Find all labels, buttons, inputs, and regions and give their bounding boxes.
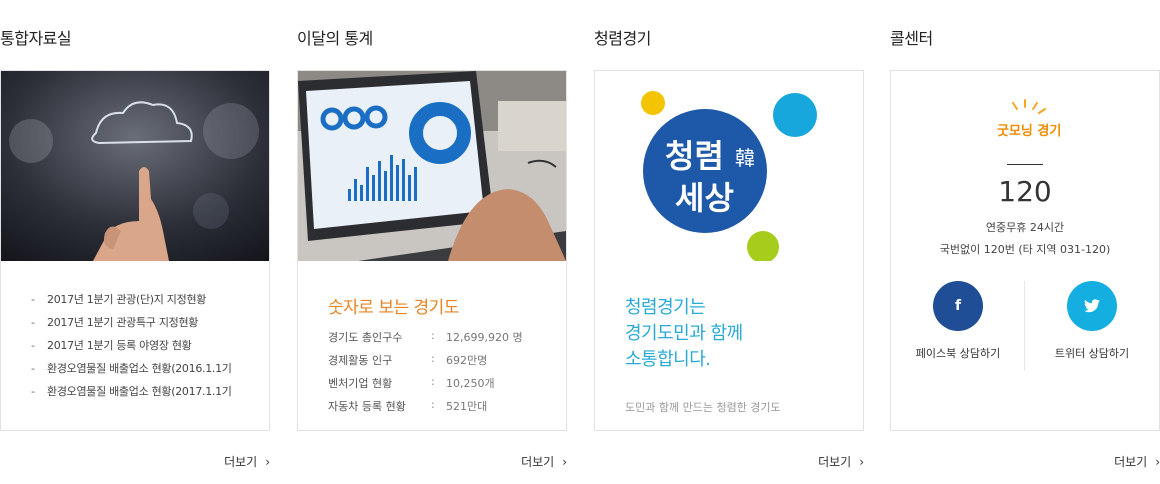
archive-more-link[interactable]: 더보기 › xyxy=(224,453,270,470)
info-sections: 통합자료실 - 2017년 1분기 관광(단)지 지정현황 - 2017년 1분… xyxy=(0,0,1160,484)
integrity-title: 청렴경기 xyxy=(594,29,651,48)
stats-heading: 숫자로 보는 경기도 xyxy=(328,298,459,318)
laptop-chart-image xyxy=(298,71,566,261)
facebook-icon[interactable]: f xyxy=(933,281,983,331)
archive-section: 통합자료실 - 2017년 1분기 관광(단)지 지정현황 - 2017년 1분… xyxy=(0,0,270,484)
chevron-right-icon: › xyxy=(265,454,270,469)
archive-card: -2017년 1분기 관광(단)지 지정현황 -2017년 1분기 관광특구 지… xyxy=(0,70,270,431)
callcenter-hours: 연중무휴 24시간 xyxy=(985,221,1065,234)
list-item[interactable]: -2017년 1분기 관광(단)지 지정현황 xyxy=(31,293,232,316)
callcenter-more-link[interactable]: 더보기 › xyxy=(1114,453,1160,470)
divider xyxy=(1007,164,1043,165)
stats-title: 이달의 통계 xyxy=(297,29,373,48)
integrity-section: 청렴경기 청렴 韓 세상 청렴경기는 경기도민과 함께 소통합니다. 도민과 함… xyxy=(594,0,864,484)
cloud-hand-image xyxy=(1,71,269,261)
callcenter-section: 콜센터 굿모닝 경기 120 연중무휴 24시간 국번없이 120번 (타 지역… xyxy=(890,0,1160,484)
list-item[interactable]: -2017년 1분기 관광특구 지정현황 xyxy=(31,316,232,339)
logo-text-top: 청렴 xyxy=(665,137,724,175)
chevron-right-icon: › xyxy=(859,454,864,469)
twitter-icon[interactable] xyxy=(1067,281,1117,331)
callcenter-number: 120 xyxy=(998,175,1052,208)
logo-text-bottom: 세상 xyxy=(675,179,734,217)
callcenter-note: 국번없이 120번 (타 지역 031-120) xyxy=(939,243,1111,256)
stats-section: 이달의 통계 숫자로 보는 경기도 경기도 총인구수: 12,699,920 … xyxy=(297,0,567,484)
stats-card: 숫자로 보는 경기도 경기도 총인구수 : 12,699,920 명 경제활동 … xyxy=(297,70,567,431)
good-morning-gyeonggi-logo: 굿모닝 경기 xyxy=(991,99,1061,151)
integrity-logo-image: 청렴 韓 세상 xyxy=(595,71,863,261)
callcenter-card: 굿모닝 경기 120 연중무휴 24시간 국번없이 120번 (타 지역 031… xyxy=(890,70,1160,431)
archive-list: -2017년 1분기 관광(단)지 지정현황 -2017년 1분기 관광특구 지… xyxy=(31,293,232,408)
facebook-consult-button[interactable]: f 페이스북 상담하기 xyxy=(891,281,1025,361)
integrity-slogan: 청렴경기는 경기도민과 함께 소통합니다. xyxy=(625,297,743,370)
list-item[interactable]: - 환경오염물질 배출업소 현황(2016.1.1기 xyxy=(31,362,232,385)
integrity-card: 청렴 韓 세상 청렴경기는 경기도민과 함께 소통합니다. 도민과 함께 만드는… xyxy=(594,70,864,431)
callcenter-title: 콜센터 xyxy=(890,29,933,48)
twitter-consult-button[interactable]: 트위터 상담하기 xyxy=(1025,281,1159,361)
logo-hanja: 韓 xyxy=(735,146,755,170)
integrity-more-link[interactable]: 더보기 › xyxy=(818,453,864,470)
integrity-subtext: 도민과 함께 만드는 청렴한 경기도 xyxy=(625,401,781,414)
stats-more-link[interactable]: 더보기 › xyxy=(521,453,567,470)
list-item[interactable]: -2017년 1분기 등록 야영장 현황 xyxy=(31,339,232,362)
archive-title: 통합자료실 xyxy=(0,29,72,48)
list-item[interactable]: - 환경오염물질 배출업소 현황(2017.1.1기 xyxy=(31,385,232,408)
chevron-right-icon: › xyxy=(1155,454,1160,469)
chevron-right-icon: › xyxy=(562,454,567,469)
svg-text:굿모닝 경기: 굿모닝 경기 xyxy=(997,123,1061,139)
